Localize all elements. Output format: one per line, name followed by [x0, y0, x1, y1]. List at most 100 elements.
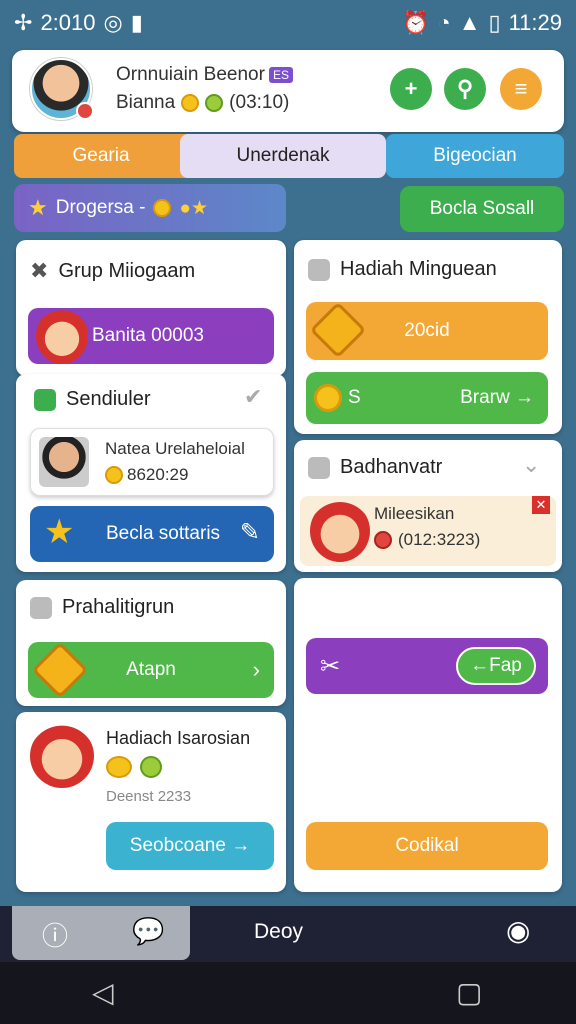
profile-name-row: Ornnuiain Beenor ES — [116, 64, 293, 86]
sendiuler-button[interactable]: ★ Becla sottaris ✎ — [30, 506, 274, 562]
scissors-icon: ✂ — [320, 652, 341, 680]
panel-right-bottom: ✂ ←Fap Codikal — [294, 578, 562, 892]
notification-icon: ✢ — [14, 10, 33, 35]
star-icon: ★ — [28, 195, 48, 220]
panel-title: Hadiach Isarosian — [106, 728, 251, 748]
badhanvatr-card[interactable]: Mileesikan (012:3223) ✕ — [300, 496, 556, 566]
tab-gearia[interactable]: Gearia — [14, 134, 188, 178]
gem-icon — [140, 756, 162, 778]
tab-label: Unerdenak — [236, 145, 330, 166]
info-icon[interactable]: ⓘ — [42, 916, 68, 953]
coin-icon — [105, 466, 123, 484]
sendiuler-button-label: Becla sottaris — [106, 523, 221, 544]
panel-badhanvatr: Badhanvatr ⌄ Mileesikan (012:3223) ✕ — [294, 440, 562, 572]
nav-center-label[interactable]: Deoy — [254, 920, 303, 944]
plus-icon: + — [404, 76, 418, 101]
panel-grup: ✖ Grup Miiogaam Banita 00003 — [16, 240, 286, 376]
prahal-button-label: Atapn — [126, 659, 176, 680]
sarosian-button[interactable]: Seobcoane → — [106, 822, 274, 870]
sarosian-button-label: Seobcoane → — [129, 835, 251, 856]
grup-button-label: Banita 00003 — [92, 325, 204, 346]
user-avatar — [39, 437, 89, 487]
reward-icons — [106, 756, 162, 778]
wifi-icon: ◔ — [437, 10, 451, 35]
name-tag: ES — [268, 66, 293, 83]
avatar-badge — [76, 102, 94, 120]
chevron-down-icon[interactable]: ✔ — [244, 384, 262, 410]
profile-name: Ornnuiain Beenor — [116, 64, 265, 85]
search-icon: ⚲ — [456, 76, 474, 101]
panel-title: Sendiuler — [66, 388, 151, 410]
codikal-button-label: Codikal — [395, 835, 459, 856]
social-button-label: Bocla Sosall — [429, 198, 535, 219]
card-name: Mileesikan — [374, 504, 455, 523]
profile-stat-value: (03:10) — [229, 92, 290, 113]
character-icon — [36, 308, 88, 364]
character-icon — [310, 500, 370, 562]
menu-button[interactable]: ≡ — [500, 68, 542, 110]
panel-stat: Deenst 2233 — [106, 788, 192, 805]
recents-icon[interactable]: ▢ — [456, 976, 482, 1009]
panel-title: Grup Miiogaam — [58, 259, 196, 282]
profile-stats: Bianna (03:10) — [116, 92, 289, 114]
profile-icon[interactable]: ◉ — [506, 914, 530, 947]
coin-icon — [153, 199, 172, 217]
add-button[interactable]: + — [390, 68, 432, 110]
coin-icon — [181, 94, 200, 112]
panel-hadiah-mingguan: Hadiah Minguean 20cid S Brarw → — [294, 240, 562, 434]
sync-icon: ◎ — [103, 10, 123, 35]
social-button[interactable]: Bocla Sosall — [400, 186, 564, 232]
tab-bigeocian[interactable]: Bigeocian — [386, 134, 564, 178]
arrow-right-icon: › — [252, 657, 260, 682]
bottom-nav: ⓘ 💬 Deoy ◉ — [0, 906, 576, 962]
tab-label: Bigeocian — [433, 145, 517, 166]
battery-icon: ▯ — [488, 10, 501, 35]
coin-icon — [106, 756, 132, 778]
card-value: 8620:29 — [127, 465, 189, 484]
puzzle-icon: ✖ — [30, 258, 49, 283]
status-bar: ✢ 2:010 ◎ ▮ ⏰ ◔ ▲ ▯ 11:29 — [0, 0, 576, 44]
signal-icon: ▲ — [458, 10, 481, 35]
menu-icon: ≡ — [514, 76, 528, 101]
flag-icon — [30, 596, 52, 619]
chevron-down-icon[interactable]: ⌄ — [522, 452, 540, 478]
close-icon[interactable]: ✕ — [532, 496, 550, 514]
star-icon: ★ — [44, 513, 75, 551]
card-name: Natea Urelaheloial — [105, 439, 245, 458]
mingguan-button-1[interactable]: 20cid — [306, 301, 548, 360]
fap-pill[interactable]: ←Fap — [456, 647, 536, 685]
progress-label: Drogersa - — [55, 197, 146, 218]
status-time-left: 2:010 — [40, 10, 96, 35]
panel-title: Badhanvatr — [340, 456, 443, 478]
chat-icon — [34, 388, 56, 411]
mingguan-button-2[interactable]: S Brarw → — [306, 372, 548, 424]
mingguan-button-2-right: Brarw → — [460, 387, 534, 408]
gift-icon — [308, 258, 330, 281]
codikal-button[interactable]: Codikal — [306, 822, 548, 870]
card-value: (012:3223) — [398, 530, 481, 549]
panel-sendiuler: Sendiuler ✔ Natea Urelaheloial 8620:29 ★… — [16, 374, 286, 572]
chat-bubble-icon[interactable]: 💬 — [132, 916, 164, 947]
gem-icon — [205, 94, 224, 112]
fap-pill-label: ←Fap — [470, 655, 522, 676]
wrench-icon: ✎ — [239, 519, 260, 546]
alarm-icon: ⏰ — [401, 10, 430, 35]
character-icon — [30, 724, 94, 788]
system-nav-bar: ◁ ▢ — [0, 962, 576, 1024]
search-button[interactable]: ⚲ — [444, 68, 486, 110]
panel-prahal: Prahalitigrun Atapn › — [16, 580, 286, 706]
medal-icon — [31, 641, 89, 699]
tab-unerdenak[interactable]: Unerdenak — [180, 134, 386, 178]
grup-button[interactable]: Banita 00003 — [28, 308, 274, 364]
purple-action-bar[interactable]: ✂ ←Fap — [306, 638, 548, 694]
sendiuler-card[interactable]: Natea Urelaheloial 8620:29 — [30, 428, 274, 496]
status-time-right: 11:29 — [508, 10, 562, 35]
back-icon[interactable]: ◁ — [92, 976, 114, 1009]
progress-pill[interactable]: ★ Drogersa - ●★ — [14, 184, 286, 232]
profile-card: Ornnuiain Beenor ES Bianna (03:10) + ⚲ ≡ — [12, 50, 564, 132]
battery-small-icon: ▮ — [130, 10, 143, 35]
mingguan-button-2-left: S — [348, 387, 361, 408]
prahal-button[interactable]: Atapn › — [28, 641, 274, 699]
ruby-icon — [374, 531, 392, 549]
mingguan-button-1-label: 20cid — [404, 320, 450, 341]
